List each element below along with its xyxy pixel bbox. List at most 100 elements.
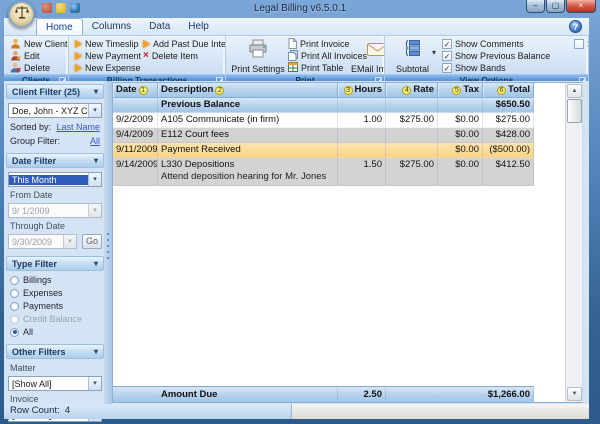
- ribbon-group-print: Print Settings Print Invoice Print All I…: [226, 36, 385, 81]
- new-timeslip-button[interactable]: New Timeslip: [73, 38, 141, 50]
- cell-rate: [386, 394, 438, 396]
- cell-hours: [338, 98, 386, 112]
- subtotal-label: Subtotal: [396, 64, 429, 74]
- qat-yellow-icon[interactable]: [56, 3, 66, 13]
- yellow-arrow-icon: [143, 40, 150, 48]
- date-preset-select[interactable]: This Month: [8, 172, 102, 187]
- group-filter-label: Group Filter:: [10, 136, 60, 146]
- sorted-by-label: Sorted by:: [10, 122, 51, 132]
- application-menu-button[interactable]: [8, 1, 35, 28]
- scroll-down-icon[interactable]: [567, 387, 582, 401]
- app-window: Legal Billing v6.5.0.1 – ▢ × Home Column…: [0, 0, 600, 424]
- radio-all[interactable]: All: [8, 327, 102, 337]
- delete-client-button[interactable]: Delete: [8, 62, 66, 74]
- column-header-rate[interactable]: 4Rate: [386, 83, 438, 97]
- cell-tax: $0.00: [438, 128, 483, 142]
- edit-client-button[interactable]: Edit: [8, 50, 66, 62]
- add-past-due-interest-button[interactable]: Add Past Due Interest: [141, 38, 226, 50]
- maximize-button[interactable]: ▢: [546, 0, 565, 13]
- cell-total: $428.00: [483, 128, 534, 142]
- radio-credit-balance: Credit Balance: [8, 314, 102, 324]
- sidebar-splitter[interactable]: [104, 81, 112, 404]
- qat-globe-icon[interactable]: [70, 3, 80, 13]
- search-footer-checkbox[interactable]: Search Footer: [574, 38, 589, 50]
- row-comment: Attend deposition hearing for Mr. Jones: [161, 171, 334, 183]
- print-all-invoices-button[interactable]: Print All Invoices: [286, 50, 348, 62]
- cell-hours: [338, 143, 386, 157]
- minimize-button[interactable]: –: [526, 0, 545, 13]
- client-filter-header[interactable]: Client Filter (25)▾: [6, 84, 104, 99]
- cell-description: L330 Depositions Attend deposition heari…: [158, 158, 338, 185]
- print-settings-button[interactable]: Print Settings: [230, 38, 286, 74]
- cell-tax: $0.00: [438, 143, 483, 157]
- radio-expenses[interactable]: Expenses: [8, 288, 102, 298]
- cell-description: Payment Received: [158, 143, 338, 157]
- new-expense-label: New Expense: [85, 63, 141, 73]
- type-filter-header[interactable]: Type Filter▾: [6, 256, 104, 271]
- print-table-button[interactable]: Print Table: [286, 62, 348, 74]
- column-header-total[interactable]: 6Total: [483, 83, 534, 97]
- show-previous-balance-checkbox[interactable]: Show Previous Balance: [442, 50, 546, 62]
- checkbox-checked-icon: [442, 51, 452, 61]
- status-bar: Row Count: 4: [4, 404, 589, 419]
- new-expense-button[interactable]: New Expense: [73, 62, 141, 74]
- other-filters-header[interactable]: Other Filters▾: [6, 344, 104, 359]
- tab-help[interactable]: Help: [179, 18, 218, 35]
- subtotal-button[interactable]: Subtotal: [393, 38, 432, 74]
- qat-red-icon[interactable]: [42, 3, 52, 13]
- cell-hours: 2.50: [338, 387, 386, 403]
- cell-rate: [386, 98, 438, 112]
- scroll-up-icon[interactable]: [567, 84, 582, 98]
- column-header-hours[interactable]: 3Hours: [338, 83, 386, 97]
- cell-date: 9/4/2009: [113, 128, 158, 142]
- invoice-label: Invoice: [8, 394, 102, 404]
- group-filter-link[interactable]: All: [90, 136, 100, 146]
- all-label: All: [23, 327, 33, 337]
- matter-label: Matter: [8, 363, 102, 373]
- tab-columns[interactable]: Columns: [83, 18, 140, 35]
- table-row-payment[interactable]: 9/11/2009 Payment Received $0.00 ($500.0…: [113, 143, 534, 158]
- radio-billings[interactable]: Billings: [8, 275, 102, 285]
- print-invoice-button[interactable]: Print Invoice: [286, 38, 348, 50]
- cell-rate: $275.00: [386, 113, 438, 127]
- delete-item-label: Delete Item: [152, 51, 198, 61]
- column-header-description[interactable]: Description2: [158, 83, 338, 97]
- date-filter-header[interactable]: Date Filter▾: [6, 153, 104, 168]
- email-invoice-button[interactable]: EMail Invoice: [348, 38, 385, 74]
- print-invoice-label: Print Invoice: [300, 39, 350, 49]
- table-row[interactable]: 9/14/2009 L330 Depositions Attend deposi…: [113, 158, 534, 186]
- client-select[interactable]: Doe, John - XYZ Corporation: [8, 103, 102, 118]
- delete-item-button[interactable]: ×Delete Item: [141, 50, 226, 62]
- main-area: Client Filter (25)▾ Doe, John - XYZ Corp…: [4, 81, 589, 404]
- tab-home[interactable]: Home: [36, 18, 83, 35]
- chevron-down-icon: ▾: [94, 156, 98, 165]
- filter-sidebar: Client Filter (25)▾ Doe, John - XYZ Corp…: [6, 84, 104, 402]
- show-comments-checkbox[interactable]: Show Comments: [442, 38, 546, 50]
- new-client-button[interactable]: New Client: [8, 38, 66, 50]
- close-button[interactable]: ×: [566, 0, 596, 13]
- previous-balance-row[interactable]: Previous Balance $650.50: [113, 98, 534, 113]
- table-row[interactable]: 9/4/2009 E112 Court fees $0.00 $428.00: [113, 128, 534, 143]
- quick-access-toolbar: [42, 3, 80, 13]
- show-bands-checkbox[interactable]: Show Bands: [442, 62, 546, 74]
- tab-data[interactable]: Data: [140, 18, 179, 35]
- sorted-by-link[interactable]: Last Name: [56, 122, 100, 132]
- scrollbar-thumb[interactable]: [567, 99, 582, 123]
- table-row[interactable]: 9/2/2009 A105 Communicate (in firm) 1.00…: [113, 113, 534, 128]
- help-icon[interactable]: [569, 20, 582, 33]
- dropdown-arrow-icon: [88, 173, 101, 186]
- yellow-arrow-icon: [75, 40, 82, 48]
- go-button[interactable]: Go: [82, 234, 102, 249]
- radio-payments[interactable]: Payments: [8, 301, 102, 311]
- column-header-date[interactable]: Date1: [113, 83, 158, 97]
- cell-hours: 1.00: [338, 113, 386, 127]
- cell-date: [113, 394, 158, 396]
- subtotal-dropdown-icon[interactable]: ▾: [432, 48, 436, 74]
- scales-of-justice-icon: [14, 4, 30, 25]
- new-payment-button[interactable]: New Payment: [73, 50, 141, 62]
- vertical-scrollbar[interactable]: [565, 83, 582, 402]
- documents-stack-icon: [288, 50, 298, 63]
- cell-tax: $0.00: [438, 113, 483, 127]
- column-header-tax[interactable]: 5Tax: [438, 83, 483, 97]
- matter-select[interactable]: [Show All]: [8, 376, 102, 391]
